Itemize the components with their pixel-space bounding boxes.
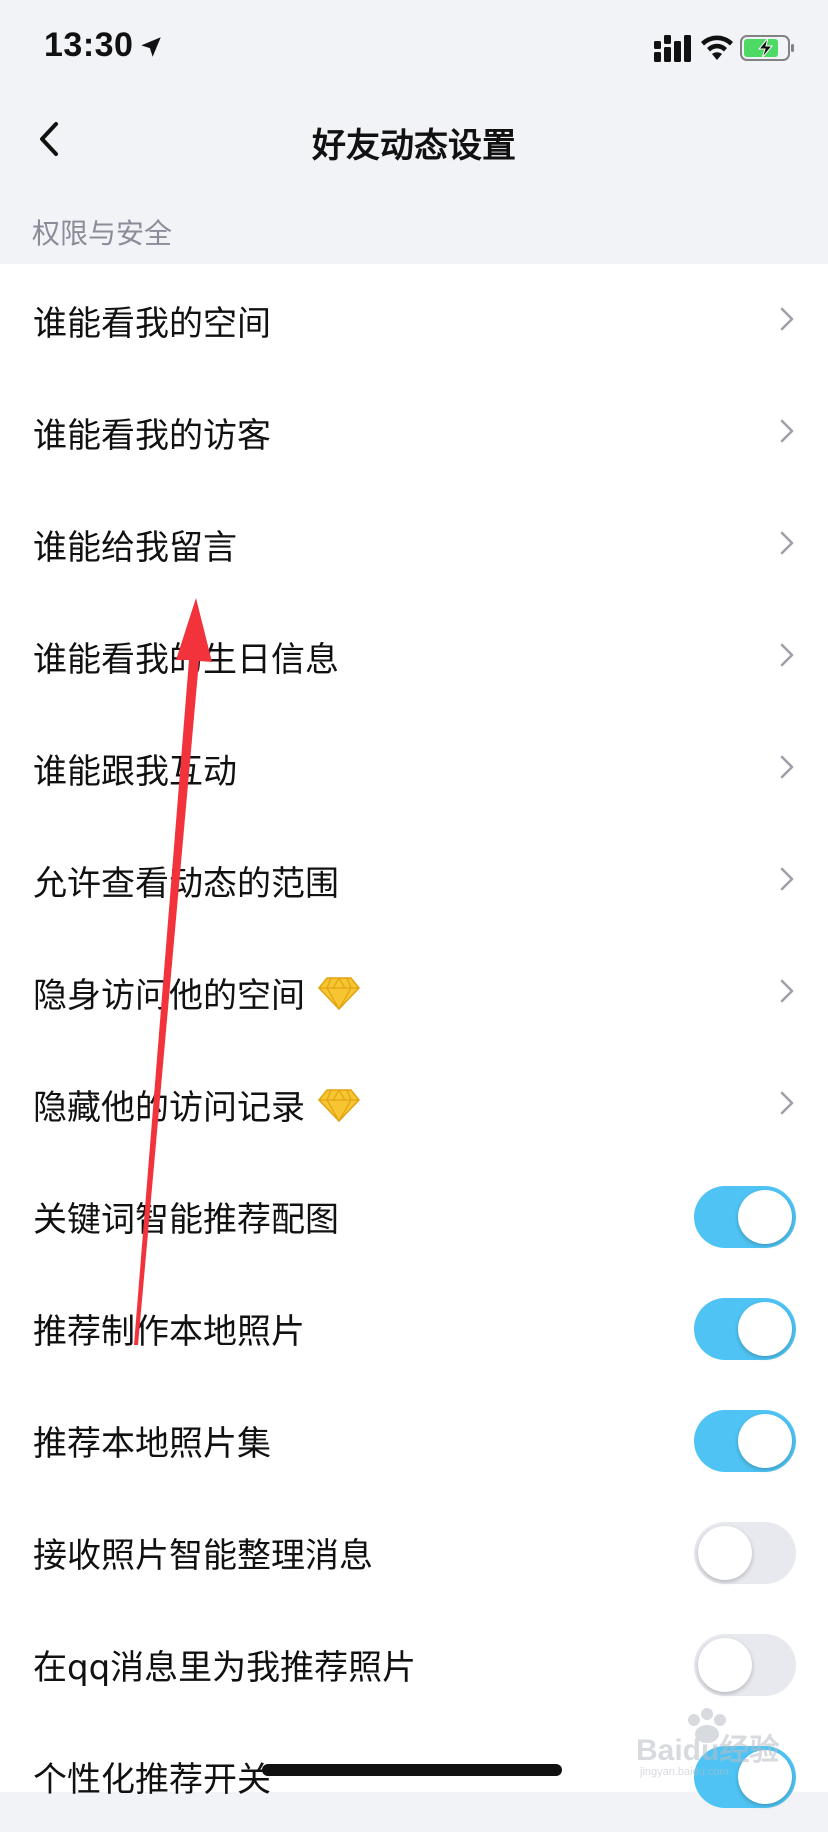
settings-row-text: 接收照片智能整理消息 (33, 1536, 373, 1576)
settings-row-text: 在qq消息里为我推荐照片 (33, 1648, 417, 1688)
chevron-right-icon (780, 531, 794, 555)
vip-diamond-icon (318, 1088, 360, 1122)
battery-charging-icon (740, 35, 794, 61)
watermark-subtext: jingyan.baidu.com (639, 1766, 729, 1778)
toggle-knob (738, 1414, 792, 1468)
settings-row-label: 个性化推荐开关 (33, 1752, 271, 1801)
toggle-knob (698, 1638, 752, 1692)
settings-row-label: 谁能看我的生日信息 (33, 632, 339, 681)
settings-row: 关键词智能推荐配图 (0, 1160, 828, 1272)
settings-row[interactable]: 隐藏他的访问记录 (0, 1048, 828, 1160)
settings-row-text: 关键词智能推荐配图 (33, 1200, 339, 1240)
settings-row-text: 允许查看动态的范围 (33, 864, 339, 904)
toggle-switch[interactable] (694, 1186, 796, 1248)
section-header: 权限与安全 (32, 217, 173, 250)
settings-row-label: 在qq消息里为我推荐照片 (33, 1640, 416, 1689)
settings-row-label: 谁能跟我互动 (33, 744, 237, 793)
settings-row-label: 推荐本地照片集 (33, 1416, 271, 1465)
settings-row-label: 允许查看动态的范围 (33, 856, 339, 905)
settings-row-text: 隐身访问他的空间 (33, 976, 305, 1016)
chevron-right-icon (780, 419, 794, 443)
settings-row-label: 谁能看我的访客 (33, 408, 271, 457)
settings-row-label: 推荐制作本地照片 (33, 1304, 305, 1353)
chevron-right-icon (780, 979, 794, 1003)
wifi-icon (701, 35, 733, 60)
toggle-knob (738, 1190, 792, 1244)
settings-row[interactable]: 谁能看我的访客 (0, 376, 828, 488)
settings-row: 推荐本地照片集 (0, 1384, 828, 1496)
vip-diamond-icon (318, 976, 360, 1010)
settings-row[interactable]: 允许查看动态的范围 (0, 824, 828, 936)
settings-row-label: 谁能看我的空间 (33, 296, 271, 345)
settings-row-text: 个性化推荐开关 (33, 1760, 271, 1800)
chevron-right-icon (780, 755, 794, 779)
toggle-switch[interactable] (694, 1634, 796, 1696)
settings-row-text: 隐藏他的访问记录 (33, 1088, 305, 1128)
chevron-right-icon (780, 867, 794, 891)
settings-row-label: 接收照片智能整理消息 (33, 1528, 373, 1577)
settings-row: 接收照片智能整理消息 (0, 1496, 828, 1608)
toggle-switch[interactable] (694, 1410, 796, 1472)
settings-row[interactable]: 谁能跟我互动 (0, 712, 828, 824)
settings-row: 推荐制作本地照片 (0, 1272, 828, 1384)
settings-row-label: 隐身访问他的空间 (33, 968, 361, 1017)
toggle-knob (698, 1526, 752, 1580)
settings-list: 谁能看我的空间 谁能看我的访客 谁能给我留言谁能看我的生日信息 谁能跟我互动允许查看动… (0, 264, 828, 1808)
settings-row-text: 推荐本地照片集 (33, 1424, 271, 1464)
chevron-right-icon (780, 307, 794, 331)
navigation-bar: 好友动态设置 (0, 96, 828, 184)
chevron-right-icon (780, 1091, 794, 1115)
settings-row-label: 隐藏他的访问记录 (33, 1080, 361, 1129)
settings-row-text: 谁能看我的空间 (33, 304, 271, 344)
cellular-signal-icon (654, 35, 691, 62)
settings-row-label: 谁能给我留言 (33, 520, 237, 569)
settings-row[interactable]: 谁能给我留言 (0, 488, 828, 600)
settings-row[interactable]: 隐身访问他的空间 (0, 936, 828, 1048)
settings-row-text: 谁能跟我互动 (33, 752, 237, 792)
settings-row-text: 谁能给我留言 (33, 528, 237, 568)
chevron-right-icon (780, 643, 794, 667)
settings-row-text: 谁能看我的访客 (33, 416, 271, 456)
toggle-switch[interactable] (694, 1522, 796, 1584)
settings-row[interactable]: 谁能看我的空间 (0, 264, 828, 376)
toggle-knob (738, 1302, 792, 1356)
status-time: 13:30 (44, 26, 134, 64)
toggle-switch[interactable] (694, 1298, 796, 1360)
location-arrow-icon (141, 37, 161, 57)
page-title: 好友动态设置 (312, 126, 516, 166)
settings-row[interactable]: 谁能看我的生日信息 (0, 600, 828, 712)
settings-row-text: 谁能看我的生日信息 (33, 640, 339, 680)
baidu-watermark: Baidu经验 jingyan.baidu.com (636, 1708, 779, 1778)
settings-row-text: 推荐制作本地照片 (33, 1312, 305, 1352)
watermark-text: Baidu经验 (636, 1733, 779, 1767)
home-indicator (262, 1764, 562, 1776)
status-bar: 13:30 (0, 0, 828, 96)
settings-row-label: 关键词智能推荐配图 (33, 1192, 339, 1241)
